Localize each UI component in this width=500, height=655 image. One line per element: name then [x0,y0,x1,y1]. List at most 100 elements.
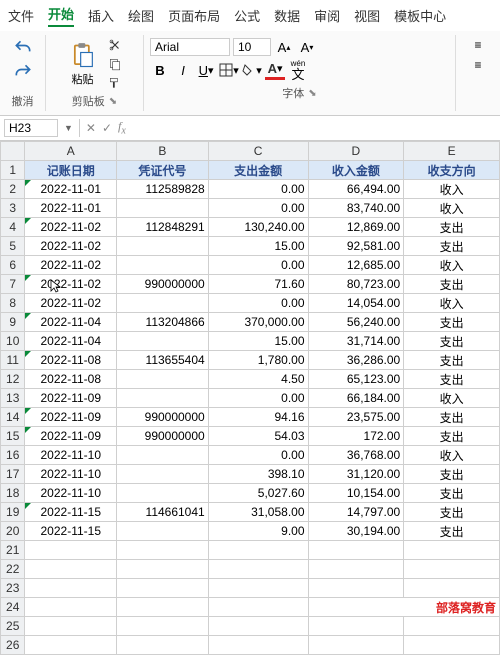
table-cell[interactable]: 12,869.00 [308,218,404,237]
format-painter-icon[interactable] [105,75,125,91]
table-cell[interactable] [117,560,209,579]
table-cell[interactable] [117,598,209,617]
table-cell[interactable]: 80,723.00 [308,275,404,294]
table-cell[interactable]: 23,575.00 [308,408,404,427]
row-header[interactable]: 16 [1,446,25,465]
table-cell[interactable] [404,579,500,598]
table-cell[interactable] [117,636,209,655]
table-cell[interactable]: 990000000 [117,427,209,446]
table-cell[interactable]: 990000000 [117,408,209,427]
row-header[interactable]: 17 [1,465,25,484]
table-cell[interactable] [117,237,209,256]
table-cell[interactable]: 36,286.00 [308,351,404,370]
table-cell[interactable]: 2022-11-02 [25,275,117,294]
table-cell[interactable]: 83,740.00 [308,199,404,218]
table-cell[interactable]: 2022-11-02 [25,294,117,313]
table-cell[interactable]: 收入 [404,180,500,199]
table-cell[interactable]: 114661041 [117,503,209,522]
table-cell[interactable]: 112589828 [117,180,209,199]
table-cell[interactable]: 2022-11-10 [25,484,117,503]
border-button[interactable]: ▾ [219,60,239,80]
table-cell[interactable]: 0.00 [208,446,308,465]
table-cell[interactable]: 支出 [404,427,500,446]
fx-icon[interactable]: fx [118,119,126,136]
table-cell[interactable]: 2022-11-15 [25,503,117,522]
table-cell[interactable]: 130,240.00 [208,218,308,237]
table-cell[interactable]: 66,184.00 [308,389,404,408]
table-cell[interactable]: 2022-11-10 [25,465,117,484]
table-cell[interactable]: 31,058.00 [208,503,308,522]
table-cell[interactable] [117,294,209,313]
table-cell[interactable] [404,541,500,560]
table-cell[interactable]: 2022-11-02 [25,218,117,237]
column-header-E[interactable]: E [404,142,500,161]
table-cell[interactable] [117,522,209,541]
copy-icon[interactable] [105,56,125,72]
table-cell[interactable] [117,370,209,389]
row-header[interactable]: 25 [1,617,25,636]
table-cell[interactable]: 2022-11-02 [25,256,117,275]
row-header[interactable]: 13 [1,389,25,408]
table-cell[interactable]: 2022-11-15 [25,522,117,541]
font-expand-icon[interactable]: ⬊ [308,88,316,99]
table-cell[interactable] [25,560,117,579]
table-cell[interactable]: 0.00 [208,180,308,199]
fill-color-button[interactable]: ▾ [242,60,262,80]
row-header[interactable]: 23 [1,579,25,598]
row-header[interactable]: 26 [1,636,25,655]
table-cell[interactable]: 94.16 [208,408,308,427]
name-box-dropdown-icon[interactable]: ▼ [64,123,73,133]
table-cell[interactable]: 支出 [404,351,500,370]
menu-item-7[interactable]: 审阅 [314,6,340,25]
align-left-icon[interactable]: ≡ [471,57,484,73]
table-cell[interactable]: 支出 [404,313,500,332]
table-cell[interactable] [208,617,308,636]
table-cell[interactable] [208,541,308,560]
row-header[interactable]: 19 [1,503,25,522]
table-cell[interactable] [308,636,404,655]
italic-button[interactable]: I [173,60,193,80]
table-cell[interactable]: 收入 [404,256,500,275]
table-cell[interactable]: 2022-11-09 [25,408,117,427]
table-cell[interactable] [117,199,209,218]
table-cell[interactable]: 370,000.00 [208,313,308,332]
column-header-D[interactable]: D [308,142,404,161]
menu-item-2[interactable]: 插入 [88,6,114,25]
row-header[interactable]: 12 [1,370,25,389]
menu-item-1[interactable]: 开始 [48,4,74,27]
table-cell[interactable] [208,560,308,579]
undo-icon[interactable] [10,37,36,59]
table-cell[interactable] [208,636,308,655]
table-cell[interactable] [117,446,209,465]
formula-cancel-icon[interactable]: ✕ [86,121,96,135]
menu-item-3[interactable]: 绘图 [128,6,154,25]
table-cell[interactable]: 2022-11-04 [25,313,117,332]
font-name-select[interactable] [150,38,230,56]
table-cell[interactable]: 31,120.00 [308,465,404,484]
table-cell[interactable]: 2022-11-02 [25,237,117,256]
table-cell[interactable] [404,636,500,655]
table-cell[interactable] [25,636,117,655]
row-header[interactable]: 3 [1,199,25,218]
row-header[interactable]: 8 [1,294,25,313]
row-header[interactable]: 14 [1,408,25,427]
row-header[interactable]: 18 [1,484,25,503]
table-cell[interactable]: 支出 [404,218,500,237]
redo-icon[interactable] [10,61,36,83]
table-cell[interactable]: 支出 [404,275,500,294]
row-header[interactable]: 2 [1,180,25,199]
table-cell[interactable] [25,541,117,560]
table-cell[interactable]: 1,780.00 [208,351,308,370]
row-header[interactable]: 9 [1,313,25,332]
table-cell[interactable] [117,484,209,503]
spreadsheet-grid[interactable]: ABCDE 1记账日期凭证代号支出金额收入金额收支方向22022-11-0111… [0,141,500,655]
menu-item-9[interactable]: 模板中心 [394,6,446,25]
table-cell[interactable] [117,389,209,408]
table-cell[interactable]: 收入 [404,446,500,465]
row-header[interactable]: 22 [1,560,25,579]
menu-item-6[interactable]: 数据 [274,6,300,25]
table-cell[interactable]: 0.00 [208,199,308,218]
table-cell[interactable]: 2022-11-01 [25,199,117,218]
table-cell[interactable]: 36,768.00 [308,446,404,465]
table-cell[interactable] [308,541,404,560]
